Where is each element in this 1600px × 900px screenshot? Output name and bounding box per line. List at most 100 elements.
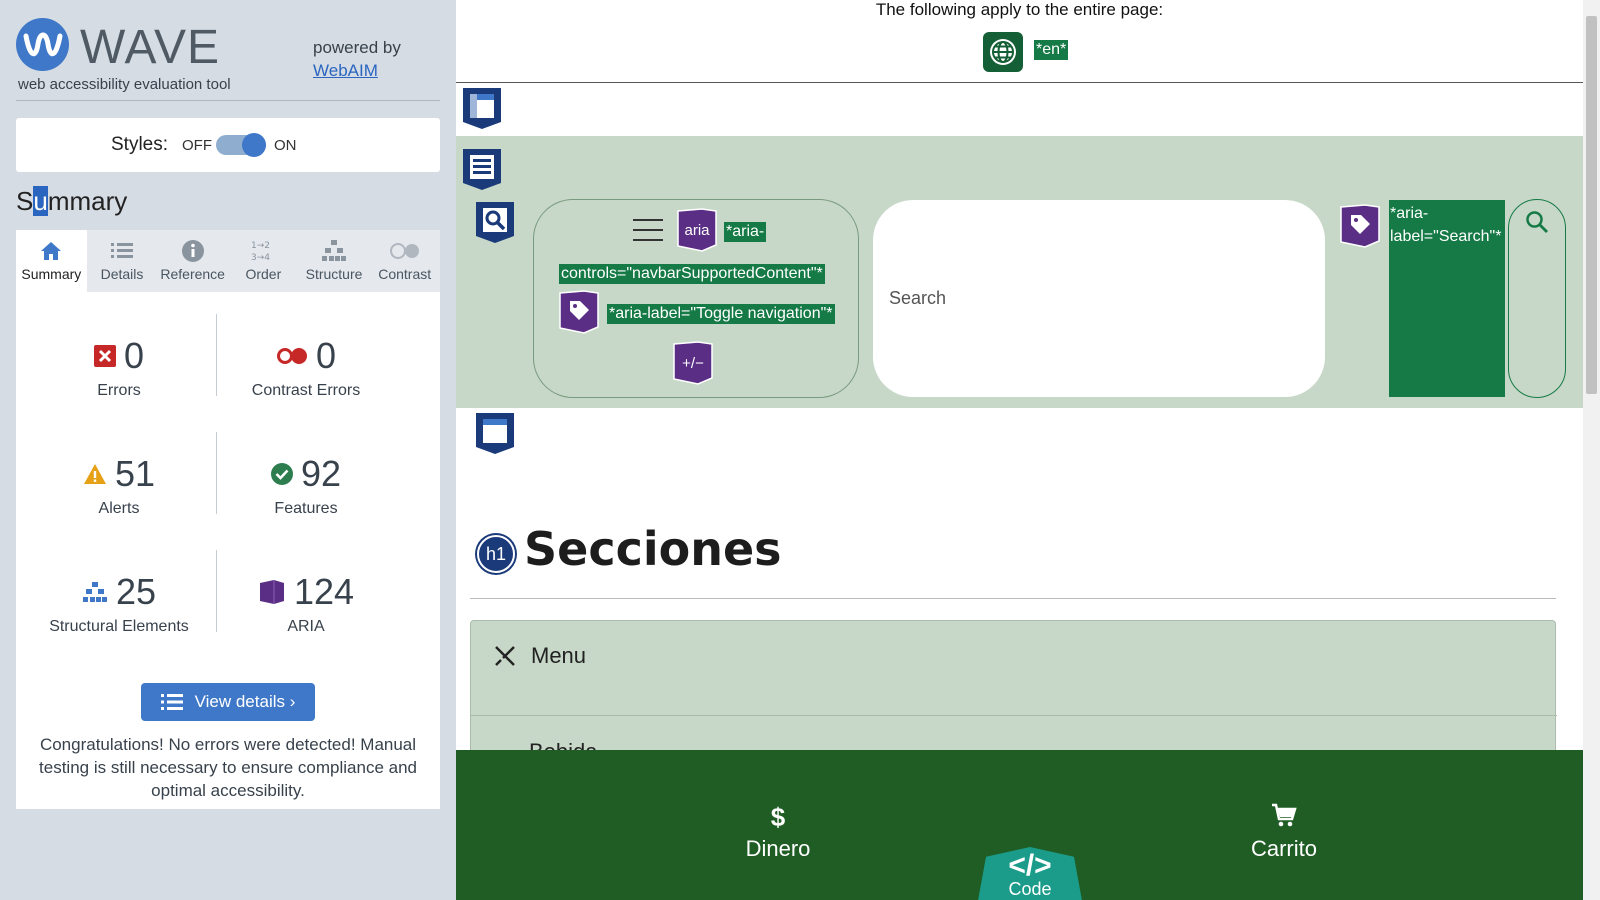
nav-carrito-label: Carrito: [1250, 836, 1317, 861]
wave-subtitle: web accessibility evaluation tool: [18, 76, 231, 93]
aria-label-toggle-text: *aria-label="Toggle navigation"*: [607, 304, 835, 324]
stat-aria[interactable]: 124 ARIA: [206, 570, 406, 636]
alerts-label: Alerts: [98, 500, 140, 517]
nav-dinero[interactable]: $ Dinero: [722, 802, 834, 862]
order-icon: 1→2 3→4: [228, 236, 299, 266]
code-icon: </>: [1008, 849, 1052, 882]
stat-contrast-errors[interactable]: 0 Contrast Errors: [206, 334, 406, 400]
svg-text:3→4: 3→4: [251, 253, 270, 263]
structure-icon: [299, 236, 370, 266]
scrollbar-thumb[interactable]: [1586, 16, 1597, 394]
utensils-icon: [495, 646, 515, 666]
navigation-landmark-icon[interactable]: [461, 147, 503, 191]
tab-order[interactable]: 1→2 3→4 Order: [228, 230, 299, 292]
view-details-button[interactable]: View details ›: [141, 683, 315, 721]
divider: [470, 598, 1556, 599]
search-input[interactable]: Search: [873, 200, 1325, 397]
accordion-item-menu[interactable]: Menu: [493, 643, 586, 669]
styles-on-label: ON: [274, 137, 297, 154]
search-placeholder: Search: [889, 288, 947, 308]
stat-features[interactable]: 92 Features: [206, 452, 406, 518]
code-label: Code: [1008, 879, 1052, 899]
tab-contrast[interactable]: Contrast: [369, 230, 440, 292]
contrast-error-icon: [276, 348, 307, 364]
code-button[interactable]: </> Code: [975, 847, 1085, 900]
divider: [456, 82, 1583, 83]
search-landmark-icon[interactable]: [474, 200, 516, 244]
alert-icon: [83, 464, 106, 484]
feature-icon: [270, 463, 293, 485]
aria-label: ARIA: [287, 618, 325, 635]
list-icon: [160, 694, 183, 710]
error-icon: [93, 345, 116, 367]
tab-structure[interactable]: Structure: [299, 230, 370, 292]
cart-icon: [1224, 802, 1344, 836]
structural-label: Structural Elements: [49, 618, 189, 635]
list-icon: [87, 236, 158, 266]
page-heading: Secciones: [524, 522, 782, 576]
divider: [16, 100, 440, 101]
bottom-navigation: $ Dinero </> Code Carrito: [456, 750, 1583, 900]
aria-count: 124: [293, 571, 355, 612]
text-cursor-highlight: u: [33, 186, 48, 216]
styles-off-label: OFF: [182, 137, 212, 154]
tab-details[interactable]: Details: [87, 230, 158, 292]
header-landmark-icon[interactable]: [461, 86, 503, 130]
svg-text:aria: aria: [684, 222, 710, 239]
wave-logo-text: WAVE: [80, 21, 221, 74]
features-count: 92: [300, 453, 342, 494]
congrats-message: Congratulations! No errors were detected…: [39, 735, 417, 800]
styles-toggle[interactable]: [216, 133, 266, 157]
powered-by-label: powered by: [313, 38, 401, 57]
styles-label: Styles:: [111, 134, 169, 155]
stat-errors[interactable]: 0 Errors: [19, 334, 219, 400]
tab-reference[interactable]: Reference: [157, 230, 228, 292]
toggle-knob: [242, 133, 266, 157]
page-preview: The following apply to the entire page: …: [456, 0, 1583, 900]
aria-icon: [259, 580, 284, 604]
wave-tabs: Summary Details Reference 1→2 3→4 Order S…: [16, 230, 440, 292]
nav-dinero-label: Dinero: [745, 836, 811, 861]
search-icon: [1526, 211, 1548, 233]
styles-toggle-panel: Styles: OFF ON: [16, 118, 440, 172]
stat-structural-elements[interactable]: 25 Structural Elements: [19, 570, 219, 636]
contrast-errors-count: 0: [315, 335, 337, 376]
view-details-label: View details ›: [194, 692, 296, 711]
contrast-icon: [369, 236, 440, 266]
nav-carrito[interactable]: Carrito: [1224, 802, 1344, 862]
summary-heading: Summary: [16, 186, 128, 216]
aria-label-icon[interactable]: [558, 290, 600, 334]
webaim-link[interactable]: WebAIM: [313, 59, 401, 82]
aria-icon[interactable]: aria: [676, 208, 718, 252]
structure-icon: [82, 582, 107, 602]
aria-controls-text: *aria-: [724, 222, 767, 242]
main-landmark-icon[interactable]: [474, 411, 516, 455]
search-button[interactable]: [1508, 199, 1566, 398]
aria-label-search-text: *aria-label="Search"*: [1389, 200, 1505, 397]
svg-text:1→2: 1→2: [251, 241, 270, 251]
divider: [471, 715, 1557, 716]
alerts-count: 51: [114, 453, 156, 494]
stat-alerts[interactable]: 51 Alerts: [19, 452, 219, 518]
tab-summary[interactable]: Summary: [16, 230, 87, 292]
structural-count: 25: [115, 571, 157, 612]
info-icon: [157, 236, 228, 266]
lang-tag: *en*: [1034, 40, 1069, 60]
svg-text:+/−: +/−: [682, 355, 704, 372]
home-icon: [16, 236, 87, 266]
aria-expanded-icon[interactable]: +/−: [672, 341, 714, 385]
powered-by: powered by WebAIM: [313, 36, 401, 82]
errors-label: Errors: [97, 382, 141, 399]
wave-sidebar: WAVE web accessibility evaluation tool p…: [0, 0, 456, 900]
aria-label-icon[interactable]: [1339, 204, 1381, 248]
dollar-icon: $: [770, 802, 786, 832]
accordion-item-label: Menu: [531, 643, 587, 668]
errors-count: 0: [123, 335, 145, 376]
language-icon[interactable]: [983, 32, 1023, 72]
scrollbar[interactable]: [1583, 0, 1600, 900]
aria-controls-text: controls="navbarSupportedContent"*: [559, 264, 825, 284]
features-label: Features: [274, 500, 338, 517]
summary-panel: 0 Errors 0 Contrast Errors 51 Alerts 92 …: [16, 292, 440, 809]
hamburger-icon: [633, 219, 663, 249]
h1-badge-icon[interactable]: h1: [477, 535, 515, 573]
